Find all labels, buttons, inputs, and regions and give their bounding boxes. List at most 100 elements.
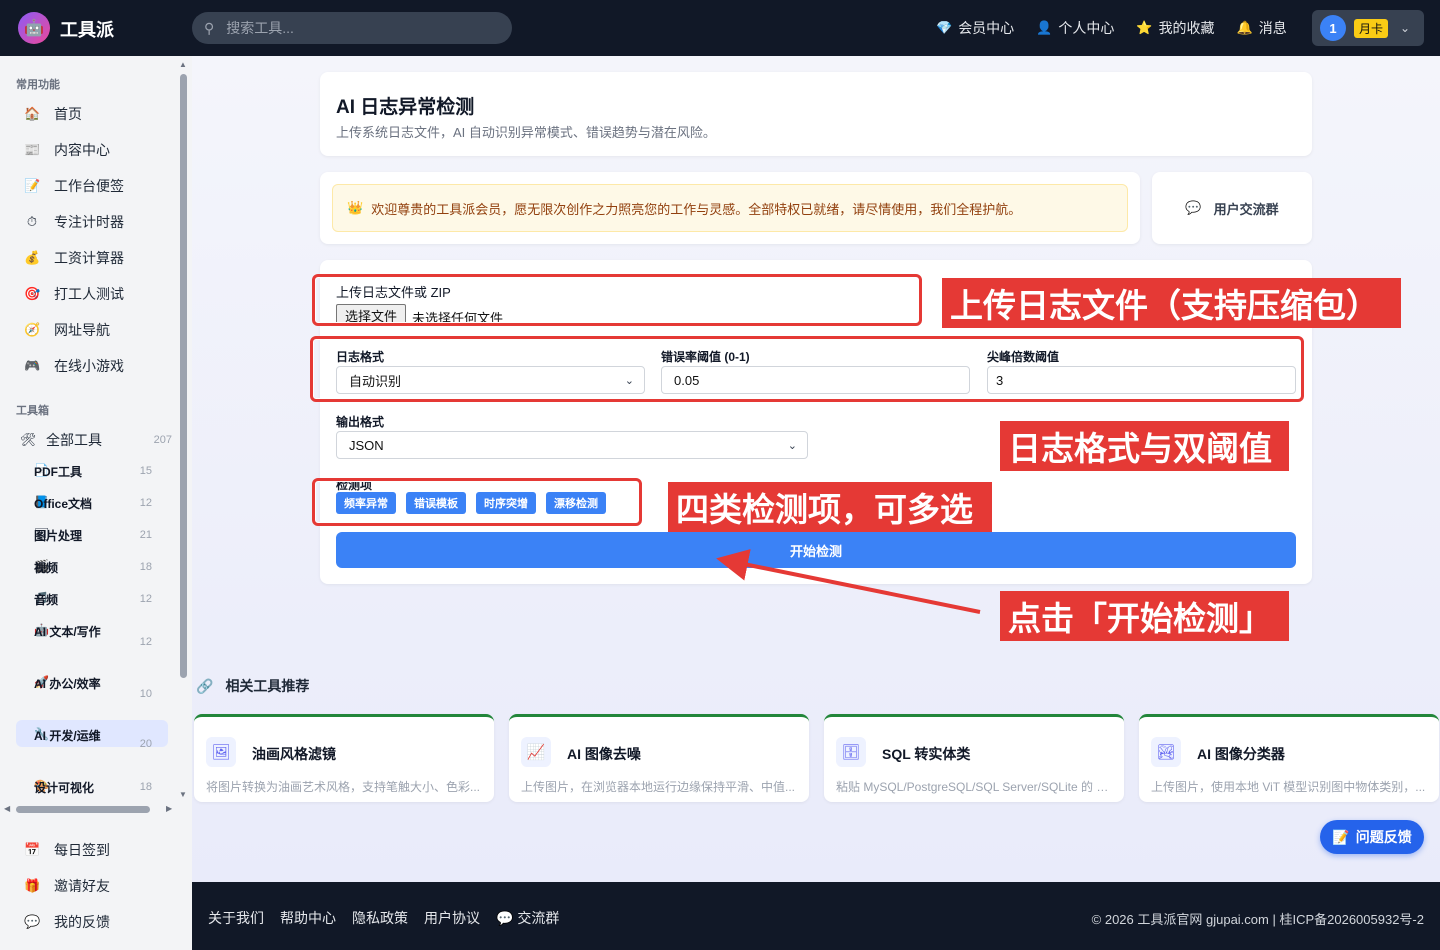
tools-icon: 🛠 — [20, 432, 37, 447]
sidebar-item-ai-text[interactable]: 🤖 AI 文本/写作 12 — [34, 622, 160, 648]
related-title-label: 相关工具推荐 — [225, 678, 310, 694]
search-box[interactable]: ⚲ — [192, 12, 512, 44]
oil-painting-icon: 🖼 — [206, 737, 236, 767]
count-badge: 12 — [139, 636, 152, 648]
related-tool-desc: 上传图片，在浏览器本地运行边缘保持平滑、中值... — [521, 780, 796, 794]
top-navbar: 🤖 工具派 ⚲ 💎 会员中心 👤 个人中心 ⭐ 我的收藏 🔔 消息 1 月卡 ⌄ — [0, 0, 1440, 56]
related-tool-card[interactable]: 🖼 油画风格滤镜 将图片转换为油画艺术风格，支持笔触大小、色彩... — [194, 714, 494, 802]
related-tool-card[interactable]: 🗄 SQL 转实体类 粘贴 MySQL/PostgreSQL/SQL Serve… — [824, 714, 1124, 802]
nav-favorites[interactable]: ⭐ 我的收藏 — [1136, 18, 1214, 38]
sidebar-horizontal-scrollbar[interactable]: ◀ ▶ — [4, 804, 174, 814]
scroll-down-icon[interactable]: ▼ — [179, 790, 187, 799]
count-badge: 21 — [139, 529, 152, 541]
scroll-right-icon[interactable]: ▶ — [166, 804, 172, 813]
count-badge: 10 — [139, 688, 152, 700]
logo-icon[interactable]: 🤖 — [18, 12, 50, 44]
sidebar-scroll-area[interactable]: 常用功能 🏠 首页 📰 内容中心 📝 工作台便签 ⏱ 专注计时器 💰 工资计算器 🎯 打工人… — [0, 56, 192, 816]
sidebar-item-label: Office文档 — [34, 497, 93, 511]
sidebar-item-audio[interactable]: 🎵 音频 12 — [34, 590, 160, 607]
welcome-banner: 👑 欢迎尊贵的工具派会员，愿无限次创作之力照亮您的工作与灵感。全部特权已就绪，请… — [332, 184, 1128, 232]
sidebar-item-image[interactable]: 🖼 图片处理 21 — [34, 526, 160, 543]
nav-label: 个人中心 — [1058, 20, 1115, 36]
scroll-thumb[interactable] — [180, 74, 187, 678]
sidebar-item-timer[interactable]: ⏱ 专注计时器 — [24, 212, 124, 232]
user-menu[interactable]: 1 月卡 ⌄ — [1312, 10, 1424, 46]
sidebar-item-label: 每日签到 — [54, 842, 110, 858]
sidebar-item-games[interactable]: 🎮 在线小游戏 — [24, 356, 124, 376]
sidebar-item-label: 视频 — [34, 561, 59, 575]
sidebar-item-label: 图片处理 — [34, 529, 83, 543]
annotation-callout-checks: 四类检测项，可多选 — [668, 482, 992, 532]
user-icon: 👤 — [1036, 20, 1053, 35]
nav-messages[interactable]: 🔔 消息 — [1237, 18, 1287, 38]
annotation-box-upload — [312, 274, 922, 326]
nav-vip-center[interactable]: 💎 会员中心 — [936, 18, 1014, 38]
avatar: 1 — [1320, 15, 1346, 41]
count-badge: 20 — [139, 738, 152, 750]
feedback-icon: 📝 — [1332, 828, 1350, 845]
sidebar-item-content[interactable]: 📰 内容中心 — [24, 140, 110, 160]
star-icon: ⭐ — [1136, 20, 1153, 35]
sidebar: 常用功能 🏠 首页 📰 内容中心 📝 工作台便签 ⏱ 专注计时器 💰 工资计算器 🎯 打工人… — [0, 56, 192, 950]
scroll-left-icon[interactable]: ◀ — [4, 804, 10, 813]
nav-profile[interactable]: 👤 个人中心 — [1036, 18, 1114, 38]
related-tool-name: AI 图像去噪 — [567, 746, 641, 762]
plan-badge: 月卡 — [1354, 18, 1389, 38]
sidebar-vertical-scrollbar[interactable]: ▲ ▼ — [178, 60, 188, 800]
related-tools-title: 🔗 相关工具推荐 — [196, 676, 309, 696]
sidebar-item-pdf[interactable]: 📄 PDF工具 15 — [34, 462, 160, 479]
sidebar-item-office[interactable]: 📘 Office文档 12 — [34, 494, 160, 511]
sidebar-item-ai-office[interactable]: 🚀 AI 办公/效率 10 — [34, 674, 160, 700]
sidebar-item-feedback[interactable]: 💬 我的反馈 — [24, 912, 110, 932]
sidebar-item-worker-test[interactable]: 🎯 打工人测试 — [24, 284, 124, 304]
sidebar-item-invite[interactable]: 🎁 邀请好友 — [24, 876, 110, 896]
search-input[interactable] — [226, 20, 487, 36]
gift-icon: 🎁 — [24, 878, 41, 893]
sidebar-item-label: 工作台便签 — [54, 178, 124, 194]
copyright: © 2026 工具派官网 gjupai.com | 桂ICP备202600593… — [1091, 912, 1424, 927]
brand-name[interactable]: 工具派 — [60, 16, 114, 42]
home-icon: 🏠 — [24, 106, 41, 121]
nav-label: 我的收藏 — [1158, 20, 1215, 36]
chevron-down-icon: ⌄ — [1400, 21, 1411, 35]
page-title: AI 日志异常检测 — [336, 97, 475, 118]
page-header-card: AI 日志异常检测 上传系统日志文件，AI 自动识别异常模式、错误趋势与潜在风险… — [320, 72, 1312, 156]
denoise-icon: 📈 — [521, 737, 551, 767]
feedback-button[interactable]: 📝 问题反馈 — [1320, 820, 1424, 854]
image-classifier-icon: 🏞 — [1151, 737, 1181, 767]
scroll-thumb[interactable] — [16, 806, 150, 813]
footer-link-terms[interactable]: 用户协议 — [424, 908, 480, 928]
sidebar-item-home[interactable]: 🏠 首页 — [24, 104, 82, 124]
output-format-select[interactable]: JSON ⌄ — [336, 431, 808, 459]
related-tool-card[interactable]: 📈 AI 图像去噪 上传图片，在浏览器本地运行边缘保持平滑、中值... — [509, 714, 809, 802]
sidebar-item-notes[interactable]: 📝 工作台便签 — [24, 176, 124, 196]
sidebar-item-label: 首页 — [54, 106, 82, 122]
scroll-up-icon[interactable]: ▲ — [179, 60, 187, 69]
sidebar-item-label: 邀请好友 — [54, 878, 110, 894]
footer-link-privacy[interactable]: 隐私政策 — [352, 908, 408, 928]
sidebar-item-salary[interactable]: 💰 工资计算器 — [24, 248, 124, 268]
count-badge: 12 — [139, 497, 152, 509]
footer-link-group[interactable]: 💬 交流群 — [496, 908, 559, 928]
sidebar-item-nav[interactable]: 🧭 网址导航 — [24, 320, 110, 340]
sidebar-item-checkin[interactable]: 📅 每日签到 — [24, 840, 110, 860]
sidebar-item-label: 我的反馈 — [54, 914, 110, 930]
count-badge: 18 — [139, 781, 152, 793]
related-tool-card[interactable]: 🏞 AI 图像分类器 上传图片，使用本地 ViT 模型识别图中物体类别，... — [1139, 714, 1439, 802]
sidebar-item-label: 在线小游戏 — [54, 358, 124, 374]
footer-link-help[interactable]: 帮助中心 — [280, 908, 336, 928]
count-badge: 18 — [139, 561, 152, 573]
section-common-title: 常用功能 — [16, 79, 60, 91]
page-subtitle: 上传系统日志文件，AI 自动识别异常模式、错误趋势与潜在风险。 — [336, 125, 716, 140]
related-tool-name: 油画风格滤镜 — [252, 746, 336, 762]
feedback-label: 问题反馈 — [1355, 829, 1412, 845]
start-detection-button[interactable]: 开始检测 — [336, 532, 1296, 568]
search-icon: ⚲ — [204, 19, 215, 36]
sidebar-item-ai-devops[interactable]: 🔧 AI 开发/运维 20 — [16, 720, 168, 750]
sidebar-item-design[interactable]: 🎨 设计可视化 18 — [34, 778, 160, 795]
sidebar-item-label: AI 开发/运维 — [34, 729, 101, 743]
sidebar-item-all-tools[interactable]: 🛠 全部工具 207 — [20, 430, 172, 450]
user-group-button[interactable]: 💬 用户交流群 — [1152, 172, 1312, 244]
sidebar-item-video[interactable]: 🎬 视频 18 — [34, 558, 160, 575]
footer-link-about[interactable]: 关于我们 — [208, 908, 264, 928]
